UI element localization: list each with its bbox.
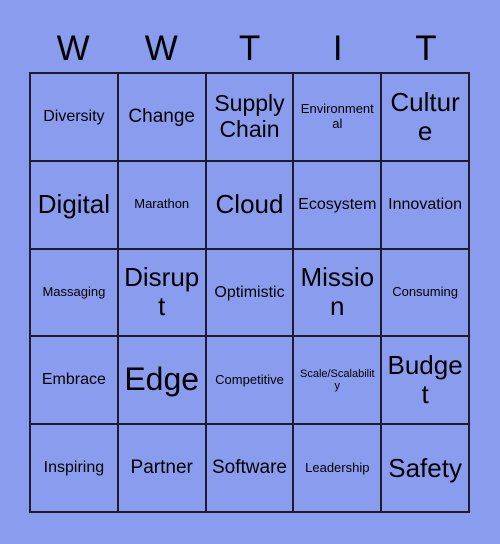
- bingo-cell[interactable]: Embrace: [31, 337, 119, 426]
- bingo-cell[interactable]: Environmental: [294, 74, 383, 162]
- bingo-cell[interactable]: Software: [206, 425, 295, 513]
- bingo-cell-label: Mission: [300, 262, 375, 322]
- bingo-cell[interactable]: Massaging: [31, 249, 119, 338]
- header-letter-3: T: [238, 28, 261, 68]
- bingo-cell-label: Optimistic: [214, 283, 285, 301]
- bingo-cell[interactable]: Cloud: [206, 161, 295, 250]
- bingo-cell[interactable]: Disrupt: [118, 249, 207, 338]
- bingo-grid: Diversity Change Supply Chain Environmental…: [29, 72, 470, 513]
- bingo-cell-label: Competitive: [215, 372, 284, 388]
- bingo-cell-label: Budget: [387, 350, 463, 410]
- bingo-cell[interactable]: Edge: [118, 337, 207, 426]
- bingo-cell-label: Consuming: [392, 284, 458, 300]
- bingo-cell[interactable]: Digital: [31, 161, 119, 250]
- bingo-cell-label: Marathon: [134, 196, 190, 212]
- bingo-cell-label: Safety: [388, 452, 462, 483]
- bingo-cell[interactable]: Supply Chain: [206, 74, 295, 162]
- bingo-cell[interactable]: Culture: [382, 74, 470, 162]
- bingo-cell-label: Inspiring: [43, 459, 105, 477]
- bingo-cell-label: Scale/Scalability: [299, 367, 375, 393]
- bingo-cell[interactable]: Scale/Scalability: [294, 337, 383, 426]
- bingo-cell-label: Culture: [390, 86, 460, 146]
- bingo-cell[interactable]: Competitive: [206, 337, 295, 426]
- bingo-cell-label: Diversity: [43, 107, 105, 125]
- bingo-cell-label: Supply Chain: [214, 90, 285, 142]
- bingo-cell-label: Software: [212, 457, 287, 479]
- bingo-cell-label: Innovation: [388, 195, 463, 213]
- bingo-cell[interactable]: Inspiring: [31, 425, 119, 513]
- header-letter-5: T: [415, 28, 437, 68]
- header-letter-1: W: [56, 28, 90, 68]
- bingo-cell-label: Environmental: [300, 101, 374, 131]
- bingo-cell[interactable]: Partner: [118, 425, 207, 513]
- bingo-cell[interactable]: Optimistic: [206, 249, 295, 338]
- bingo-cell[interactable]: Diversity: [31, 74, 119, 162]
- bingo-cell-label: Embrace: [41, 371, 106, 389]
- bingo-cell-label: Partner: [130, 457, 193, 479]
- bingo-cell-label: Digital: [37, 189, 111, 220]
- bingo-cell[interactable]: Budget: [382, 337, 470, 426]
- bingo-cell-label: Edge: [124, 361, 200, 398]
- bingo-cell[interactable]: Mission: [294, 249, 383, 338]
- bingo-cell-label: Disrupt: [124, 262, 200, 322]
- bingo-cell-label: Massaging: [42, 284, 106, 300]
- header-letter-2: W: [144, 28, 178, 68]
- bingo-cell-label: Leadership: [305, 459, 370, 475]
- bingo-cell[interactable]: Marathon: [118, 161, 207, 250]
- bingo-cell[interactable]: Consuming: [382, 249, 470, 338]
- bingo-header-row: W W T I T: [29, 24, 470, 72]
- bingo-cell[interactable]: Ecosystem: [294, 161, 383, 250]
- bingo-cell-label: Change: [128, 106, 195, 128]
- bingo-cell[interactable]: Innovation: [382, 161, 470, 250]
- bingo-cell[interactable]: Safety: [382, 425, 470, 513]
- bingo-cell-label: Ecosystem: [298, 195, 377, 213]
- bingo-cell[interactable]: Change: [118, 74, 207, 162]
- bingo-cell[interactable]: Leadership: [294, 425, 383, 513]
- header-letter-4: I: [332, 28, 343, 68]
- bingo-cell-label: Cloud: [215, 189, 284, 220]
- bingo-card: W W T I T Diversity Change Supply Chain Env…: [0, 0, 500, 544]
